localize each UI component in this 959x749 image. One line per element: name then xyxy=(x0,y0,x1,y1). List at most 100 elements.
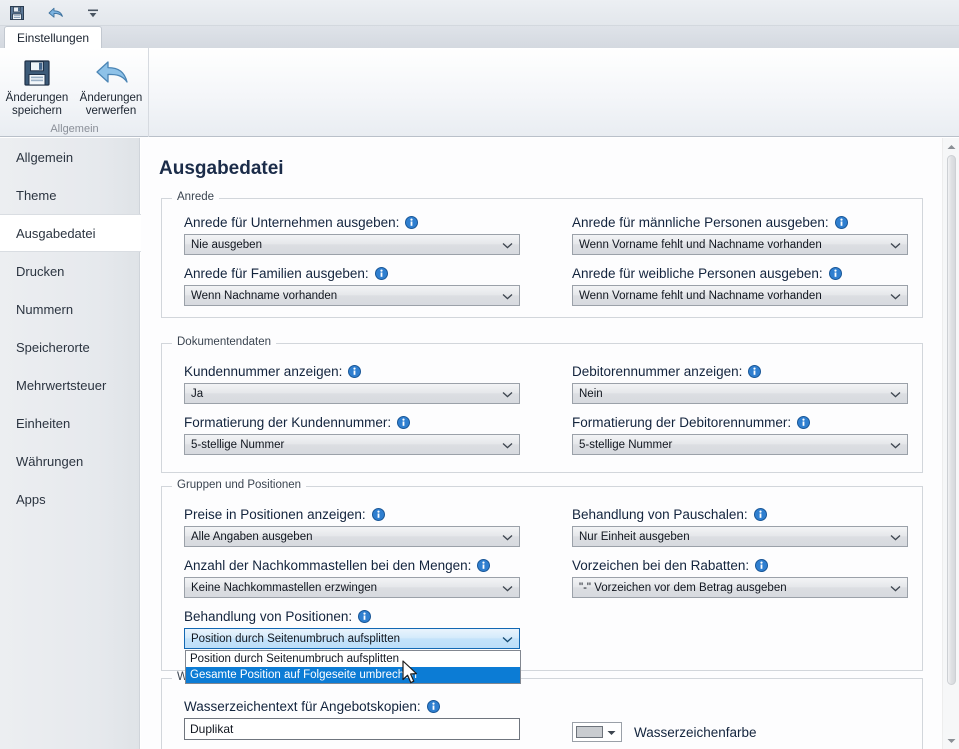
combo-value: Nur Einheit ausgeben xyxy=(579,530,690,543)
discard-changes-button[interactable]: Änderungen verwerfen xyxy=(74,52,148,118)
save-icon[interactable] xyxy=(6,3,28,23)
combo-format-kundennummer[interactable]: 5-stellige Nummer xyxy=(184,434,520,455)
combo-value: 5-stellige Nummer xyxy=(191,438,285,451)
group-legend: Gruppen und Positionen xyxy=(172,479,307,491)
save-changes-label: Änderungen speichern xyxy=(5,92,69,117)
sidebar-item-label: Drucken xyxy=(16,263,65,279)
info-icon[interactable] xyxy=(834,216,848,229)
info-icon[interactable] xyxy=(748,365,762,378)
label-debitorennummer: Debitorennummer anzeigen: xyxy=(572,362,912,381)
label-pauschalen: Behandlung von Pauschalen: xyxy=(572,505,912,524)
combo-behandlung-positionen[interactable]: Position durch Seitenumbruch aufsplitten… xyxy=(184,628,521,684)
wasserzeichentext-input[interactable]: Duplikat xyxy=(184,718,520,740)
scrollbar-track[interactable] xyxy=(943,155,959,732)
chevron-down-icon xyxy=(890,286,901,307)
undo-arrow-icon xyxy=(92,56,130,90)
sidebar-item-nummern[interactable]: Nummern xyxy=(0,290,139,328)
info-icon[interactable] xyxy=(405,216,419,229)
label-wasserzeichentext: Wasserzeichentext für Angebotskopien: xyxy=(184,697,524,716)
discard-changes-label: Änderungen verwerfen xyxy=(79,92,143,117)
combo-nachkommastellen[interactable]: Keine Nachkommastellen erzwingen xyxy=(184,577,520,598)
group-dokumentendaten: Dokumentendaten Kundennummer anzeigen: J… xyxy=(161,336,923,473)
combo-anrede-familien[interactable]: Wenn Nachname vorhanden xyxy=(184,285,520,306)
scrollbar-thumb[interactable] xyxy=(947,155,956,685)
chevron-down-icon xyxy=(890,578,901,599)
sidebar-item-label: Theme xyxy=(16,187,57,203)
combo-rabatte[interactable]: "-" Vorzeichen vor dem Betrag ausgeben xyxy=(572,577,908,598)
label-format-kundennummer: Formatierung der Kundennummer: xyxy=(184,413,524,432)
chevron-down-icon xyxy=(502,235,513,256)
wasserzeichenfarbe-picker[interactable] xyxy=(572,722,622,742)
sidebar-item-label: Ausgabedatei xyxy=(16,225,96,241)
info-icon[interactable] xyxy=(348,365,362,378)
label-anrede-unternehmen: Anrede für Unternehmen ausgeben: xyxy=(184,213,524,232)
quick-access-toolbar xyxy=(0,0,959,26)
combo-pauschalen[interactable]: Nur Einheit ausgeben xyxy=(572,526,908,547)
sidebar-item-label: Mehrwertsteuer xyxy=(16,377,107,393)
sidebar-item-apps[interactable]: Apps xyxy=(0,480,139,518)
info-icon[interactable] xyxy=(426,700,440,713)
customize-quick-access-icon[interactable] xyxy=(82,3,104,23)
sidebar-item-speicherorte[interactable]: Speicherorte xyxy=(0,328,139,366)
group-anrede: Anrede Anrede für Unternehmen ausgeben: … xyxy=(161,191,923,318)
combo-anrede-maennlich[interactable]: Wenn Vorname fehlt und Nachname vorhande… xyxy=(572,234,908,255)
color-swatch xyxy=(576,726,603,738)
combo-value: "-" Vorzeichen vor dem Betrag ausgeben xyxy=(579,581,787,594)
group-gruppen-positionen: Gruppen und Positionen Preise in Positio… xyxy=(161,479,923,684)
sidebar-item-einheiten[interactable]: Einheiten xyxy=(0,404,139,442)
undo-icon[interactable] xyxy=(44,3,66,23)
save-changes-button[interactable]: Änderungen speichern xyxy=(0,52,74,118)
ribbon-body: Änderungen speichern Änderungen verwerfe… xyxy=(0,48,959,137)
info-icon[interactable] xyxy=(374,267,388,280)
info-icon[interactable] xyxy=(755,559,769,572)
label-format-debitorennummer: Formatierung der Debitorennummer: xyxy=(572,413,912,432)
sidebar-item-drucken[interactable]: Drucken xyxy=(0,252,139,290)
chevron-down-icon xyxy=(890,235,901,256)
dropdown-option-1[interactable]: Gesamte Position auf Folgeseite umbreche… xyxy=(186,667,520,683)
tab-einstellungen[interactable]: Einstellungen xyxy=(4,26,103,48)
combo-anrede-weiblich[interactable]: Wenn Vorname fehlt und Nachname vorhande… xyxy=(572,285,908,306)
info-icon[interactable] xyxy=(397,416,411,429)
combo-format-debitorennummer[interactable]: 5-stellige Nummer xyxy=(572,434,908,455)
chevron-down-icon xyxy=(502,286,513,307)
info-icon[interactable] xyxy=(371,508,385,521)
info-icon[interactable] xyxy=(753,508,767,521)
sidebar-item-allgemein[interactable]: Allgemein xyxy=(0,138,139,176)
dropdown-behandlung-positionen[interactable]: Position durch Seitenumbruch aufsplitten… xyxy=(185,650,521,684)
save-floppy-icon xyxy=(22,56,52,90)
combo-value: 5-stellige Nummer xyxy=(579,438,673,451)
chevron-down-icon xyxy=(502,435,513,456)
sidebar-item-waehrungen[interactable]: Währungen xyxy=(0,442,139,480)
combo-value: Nein xyxy=(579,387,603,400)
label-preise-positionen: Preise in Positionen anzeigen: xyxy=(184,505,524,524)
sidebar-item-theme[interactable]: Theme xyxy=(0,176,139,214)
sidebar-item-label: Nummern xyxy=(16,301,74,317)
combo-preise-positionen[interactable]: Alle Angaben ausgeben xyxy=(184,526,520,547)
group-legend: Dokumentendaten xyxy=(172,336,276,348)
content-scrollbar[interactable] xyxy=(942,138,959,749)
combo-value: Position durch Seitenumbruch aufsplitten xyxy=(191,632,401,645)
label-anrede-weiblich: Anrede für weibliche Personen ausgeben: xyxy=(572,264,912,283)
combo-value: Nie ausgeben xyxy=(191,238,262,251)
combo-kundennummer[interactable]: Ja xyxy=(184,383,520,404)
info-icon[interactable] xyxy=(358,610,372,623)
sidebar-item-label: Apps xyxy=(16,491,46,507)
ribbon-group-title: Allgemein xyxy=(50,123,99,135)
chevron-down-icon xyxy=(502,527,513,548)
info-icon[interactable] xyxy=(477,559,491,572)
info-icon[interactable] xyxy=(828,267,842,280)
sidebar-item-mehrwertsteuer[interactable]: Mehrwertsteuer xyxy=(0,366,139,404)
sidebar-item-label: Allgemein xyxy=(16,149,74,165)
info-icon[interactable] xyxy=(797,416,811,429)
combo-value: Alle Angaben ausgeben xyxy=(191,530,313,543)
sidebar-item-ausgabedatei[interactable]: Ausgabedatei xyxy=(0,214,141,252)
combo-anrede-unternehmen[interactable]: Nie ausgeben xyxy=(184,234,520,255)
chevron-down-icon xyxy=(502,384,513,405)
scroll-up-arrow-icon[interactable] xyxy=(943,138,959,155)
combo-debitorennummer[interactable]: Nein xyxy=(572,383,908,404)
page-title: Ausgabedatei xyxy=(159,158,284,179)
chevron-down-icon xyxy=(890,527,901,548)
dropdown-option-0[interactable]: Position durch Seitenumbruch aufsplitten xyxy=(186,651,520,667)
scroll-down-arrow-icon[interactable] xyxy=(943,732,959,749)
wasserzeichentext-value: Duplikat xyxy=(190,722,234,736)
